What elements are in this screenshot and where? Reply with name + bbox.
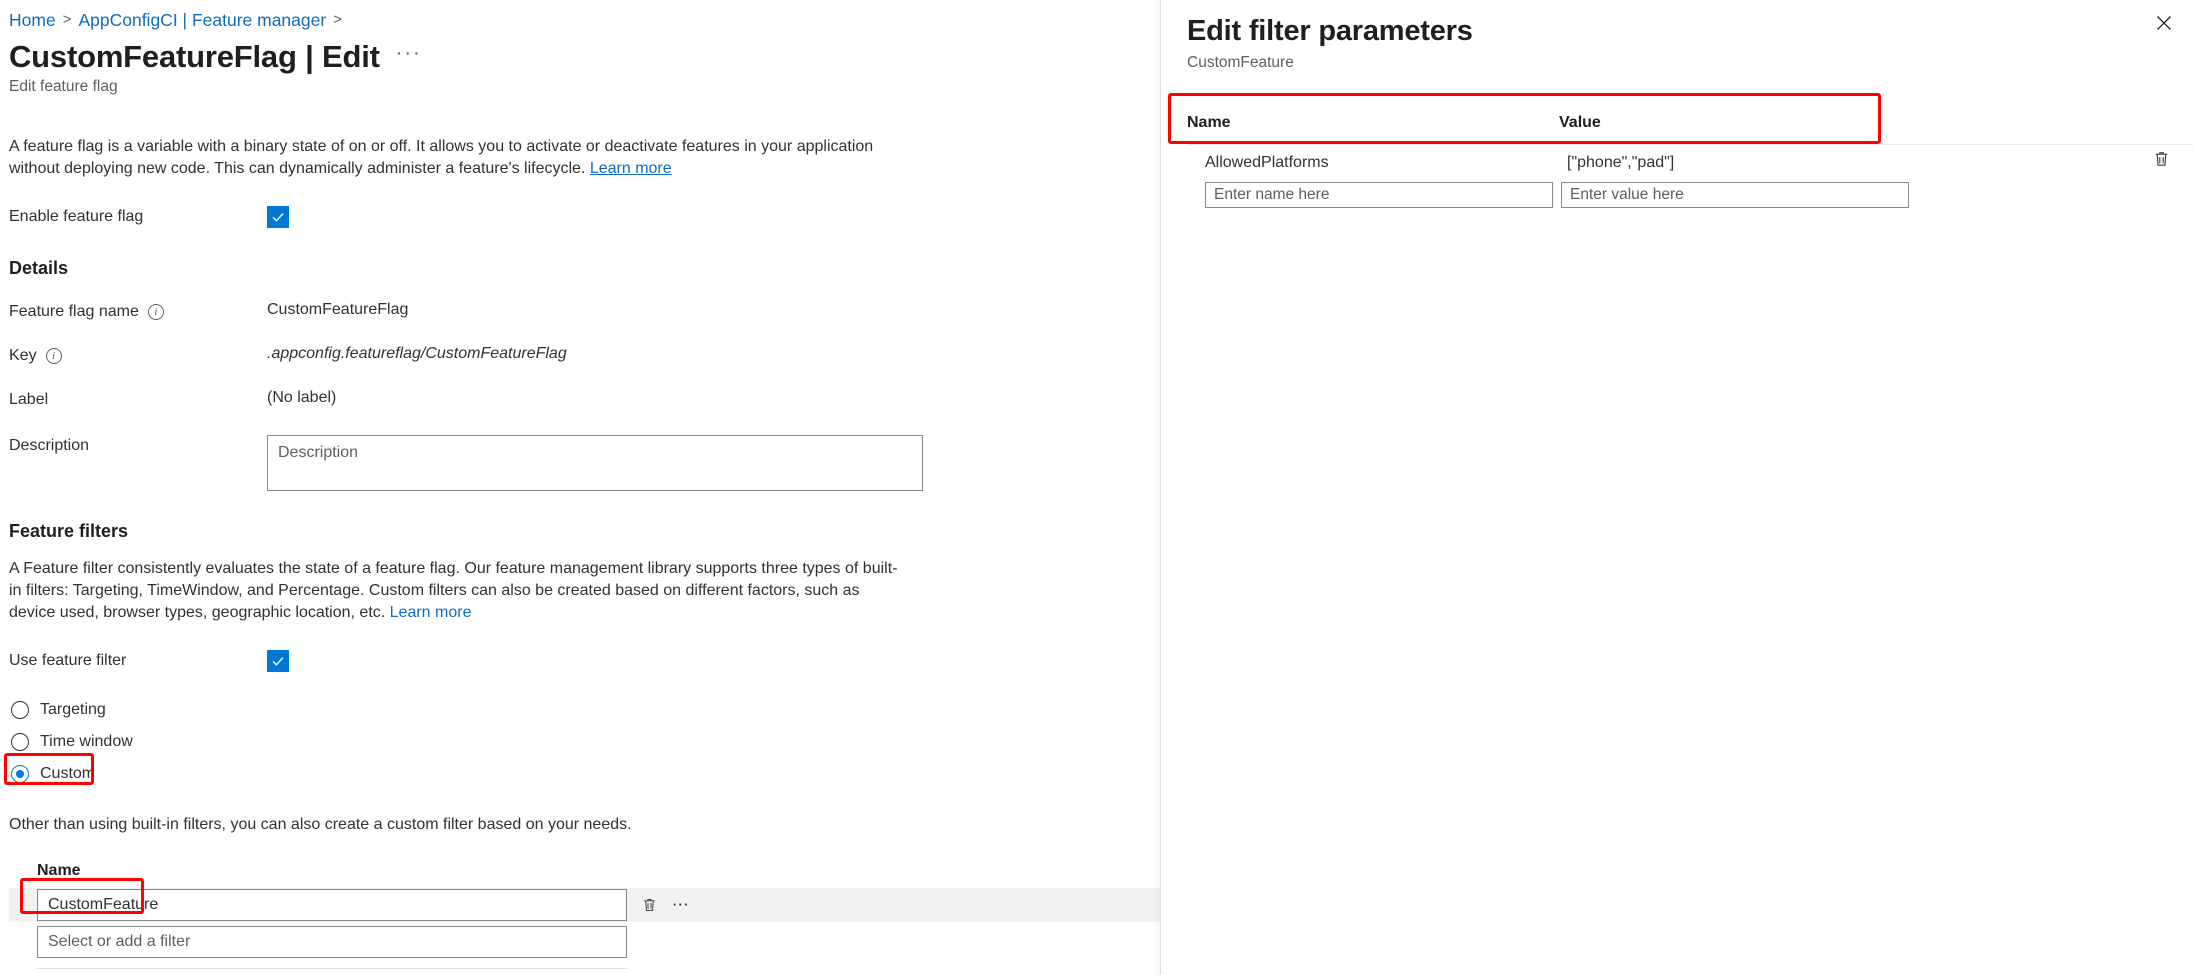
blade-subtitle: CustomFeature (1187, 54, 2193, 72)
page-more-actions-icon[interactable]: ··· (396, 42, 422, 73)
enable-feature-flag-row: Enable feature flag (9, 206, 1160, 228)
custom-filter-description: Other than using built-in filters, you c… (9, 816, 1160, 834)
app-root: Home > AppConfigCI | Feature manager > C… (0, 0, 2193, 975)
column-header-name: Name (1187, 114, 1559, 132)
use-feature-filter-row: Use feature filter (9, 650, 1160, 672)
ellipsis-icon[interactable]: ⋯ (671, 895, 691, 915)
feature-flag-name-value: CustomFeatureFlag (267, 301, 408, 319)
breadcrumb: Home > AppConfigCI | Feature manager > (9, 9, 1160, 31)
feature-filters-paragraph: A Feature filter consistently evaluates … (9, 558, 909, 624)
filter-table: ⋯ (9, 888, 1160, 969)
page-title: CustomFeatureFlag | Edit (9, 39, 380, 75)
info-icon[interactable]: i (46, 348, 62, 364)
blade-title: Edit filter parameters (1187, 14, 2193, 48)
filter-table-divider (37, 968, 627, 969)
radio-label-time-window: Time window (40, 733, 133, 751)
filter-row-actions: ⋯ (639, 895, 691, 915)
key-label: Key i (9, 345, 267, 365)
description-input[interactable] (267, 435, 923, 491)
radio-option-time-window[interactable]: Time window (9, 726, 1160, 758)
radio-circle-icon (11, 733, 29, 751)
breadcrumb-item-home[interactable]: Home (9, 9, 56, 31)
blade-header: Edit filter parameters CustomFeature (1161, 0, 2193, 72)
feature-flag-name-label-text: Feature flag name (9, 303, 139, 321)
feature-filters-learn-more-link[interactable]: Learn more (390, 604, 472, 621)
radio-option-targeting[interactable]: Targeting (9, 694, 1160, 726)
label-value: (No label) (267, 389, 336, 407)
parameter-value-cell[interactable]: ["phone","pad"] (1559, 154, 1909, 172)
use-feature-filter-label: Use feature filter (9, 650, 267, 670)
key-row: Key i .appconfig.featureflag/CustomFeatu… (9, 345, 1160, 365)
intro-paragraph: A feature flag is a variable with a bina… (9, 136, 909, 180)
use-feature-filter-checkbox[interactable] (267, 650, 289, 672)
intro-text: A feature flag is a variable with a bina… (9, 138, 873, 177)
feature-filters-heading: Feature filters (9, 521, 1160, 542)
radio-label-targeting: Targeting (40, 701, 106, 719)
filter-type-radio-group: Targeting Time window Custom (9, 694, 1160, 790)
new-parameter-value-input[interactable] (1561, 182, 1909, 208)
info-icon[interactable]: i (148, 304, 164, 320)
edit-filter-parameters-blade: Edit filter parameters CustomFeature Nam… (1160, 0, 2193, 975)
close-icon[interactable] (2149, 8, 2179, 38)
feature-flag-name-label: Feature flag name i (9, 301, 267, 321)
feature-flag-edit-pane: Home > AppConfigCI | Feature manager > C… (0, 0, 1160, 975)
breadcrumb-item-feature-manager[interactable]: AppConfigCI | Feature manager (78, 9, 326, 31)
parameters-table: AllowedPlatforms ["phone","pad"] (1187, 144, 2193, 208)
breadcrumb-separator-icon: > (63, 9, 72, 31)
feature-flag-name-row: Feature flag name i CustomFeatureFlag (9, 301, 1160, 321)
radio-label-custom: Custom (40, 765, 95, 783)
trash-icon[interactable] (2153, 150, 2171, 170)
key-value: .appconfig.featureflag/CustomFeatureFlag (267, 345, 567, 363)
description-label: Description (9, 435, 267, 455)
page-subtitle: Edit feature flag (9, 78, 1160, 96)
table-row: AllowedPlatforms ["phone","pad"] (1187, 144, 2193, 180)
description-row: Description (9, 435, 1160, 491)
parameters-area: Name Value AllowedPlatforms ["phone","pa… (1161, 114, 2193, 208)
radio-option-custom[interactable]: Custom (9, 758, 1160, 790)
details-heading: Details (9, 258, 1160, 279)
title-row: CustomFeatureFlag | Edit ··· (9, 39, 1160, 75)
enable-feature-flag-label: Enable feature flag (9, 206, 267, 226)
filter-select-input[interactable] (37, 926, 627, 958)
filter-name-column-header: Name (37, 862, 1160, 880)
key-label-text: Key (9, 347, 37, 365)
new-parameter-row (1187, 182, 2193, 208)
filter-name-input[interactable] (37, 889, 627, 921)
parameter-name-cell[interactable]: AllowedPlatforms (1187, 154, 1559, 172)
column-header-value: Value (1559, 114, 1909, 132)
filter-row: ⋯ (9, 888, 1160, 922)
label-row: Label (No label) (9, 389, 1160, 409)
enable-feature-flag-checkbox[interactable] (267, 206, 289, 228)
filter-select-row (9, 926, 1160, 958)
new-parameter-name-input[interactable] (1205, 182, 1553, 208)
label-label: Label (9, 389, 267, 409)
intro-learn-more-link[interactable]: Learn more (590, 160, 672, 177)
breadcrumb-separator-icon-2: > (333, 9, 342, 31)
parameters-column-headers: Name Value (1187, 114, 2193, 132)
radio-circle-icon (11, 701, 29, 719)
radio-circle-selected-icon (11, 765, 29, 783)
trash-icon[interactable] (639, 895, 659, 915)
